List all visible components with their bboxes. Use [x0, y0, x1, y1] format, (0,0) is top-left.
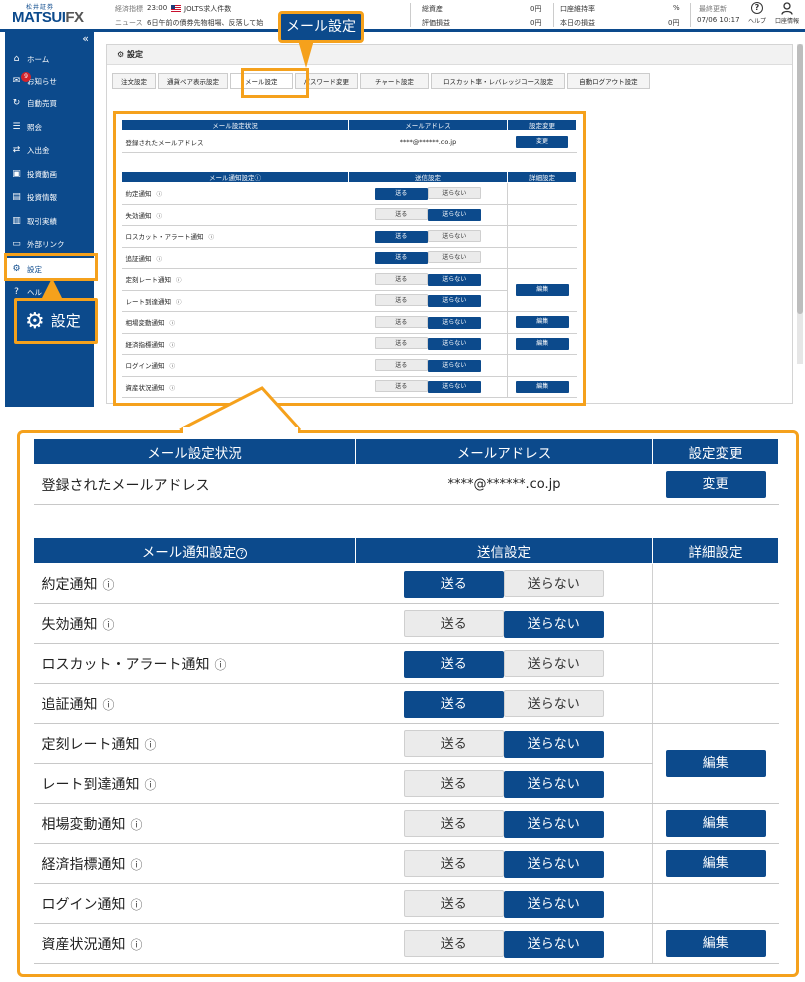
- sidebar-item-transfer[interactable]: ⇄ 入出金: [5, 139, 94, 161]
- list-icon: ☰: [12, 122, 21, 132]
- tab-losscut-leverage[interactable]: ロスカット率・レバレッジコース設定: [430, 73, 566, 89]
- last-update-value: 07/06 10:17: [697, 16, 740, 24]
- news-label: ニュース: [115, 19, 143, 27]
- auto-icon: ↻: [12, 98, 21, 108]
- margin-label: 口座維持率: [560, 5, 595, 13]
- transfer-icon: ⇄: [12, 145, 21, 155]
- sidebar-item-records[interactable]: ▥ 取引実績: [5, 210, 94, 232]
- settings-tabs: 注文設定 通貨ペア表示設定 メール設定 パスワード変更 チャート設定 ロスカット…: [112, 73, 652, 89]
- highlight-settings-nav: [4, 253, 98, 281]
- sidebar-item-auto-trade[interactable]: ↻ 自動売買: [5, 92, 94, 114]
- sidebar-item-links[interactable]: ▭ 外部リンク: [5, 233, 94, 255]
- top-header: 松井証券 MATSUIFX 経済指標 23:00 JOLTS求人件数 ニュース …: [0, 0, 805, 32]
- callout-pointer: [298, 40, 314, 68]
- econ-time: 23:00: [147, 4, 168, 12]
- sidebar: « ⌂ ホーム ✉ 9 お知らせ ↻ 自動売買 ☰ 照会 ⇄ 入出金 ▣ 投資動画 ▤ 投資情報…: [5, 32, 94, 407]
- help-icon: ?: [751, 2, 763, 14]
- mail-settings-callout: メール設定: [278, 11, 364, 43]
- sidebar-item-invest-info[interactable]: ▤ 投資情報: [5, 186, 94, 208]
- tab-auto-logout[interactable]: 自動ログアウト設定: [567, 73, 650, 89]
- tab-chart[interactable]: チャート設定: [360, 73, 429, 89]
- zoom-frame: [17, 430, 799, 977]
- video-icon: ▣: [12, 169, 21, 179]
- margin-value: %: [673, 4, 680, 12]
- help-button[interactable]: ? ヘルプ: [743, 2, 771, 25]
- scrollbar[interactable]: [797, 44, 803, 364]
- link-icon: ▭: [12, 239, 21, 249]
- logo-text: MATSUIFX: [12, 9, 84, 26]
- gear-icon: ⚙: [117, 50, 125, 59]
- highlight-mail-section: [113, 111, 586, 406]
- account-button[interactable]: 口座情報: [773, 2, 801, 25]
- collapse-icon[interactable]: «: [82, 32, 89, 45]
- person-icon: [781, 2, 793, 15]
- unrealized-label: 評価損益: [422, 19, 450, 27]
- sidebar-item-home[interactable]: ⌂ ホーム: [5, 48, 94, 70]
- total-assets-value: 0円: [530, 5, 542, 13]
- record-icon: ▥: [12, 216, 21, 226]
- unrealized-value: 0円: [530, 19, 542, 27]
- tab-order-settings[interactable]: 注文設定: [112, 73, 156, 89]
- help-icon: ?: [14, 287, 19, 297]
- notification-badge: 9: [21, 72, 31, 82]
- info-icon: ▤: [12, 192, 21, 202]
- us-flag-icon: [171, 5, 181, 12]
- news-ticker[interactable]: 6日午前の債券先物相場、反落して始: [147, 18, 282, 28]
- last-update-label: 最終更新: [699, 5, 727, 13]
- total-assets-label: 総資産: [422, 5, 443, 13]
- econ-label: 経済指標: [115, 5, 143, 13]
- sidebar-item-news[interactable]: ✉ 9 お知らせ: [5, 70, 94, 92]
- page-title: ⚙ 設定: [107, 45, 792, 65]
- home-icon: ⌂: [13, 54, 20, 64]
- settings-callout: ⚙ 設定: [14, 298, 98, 344]
- today-pl-label: 本日の損益: [560, 19, 595, 27]
- econ-item[interactable]: JOLTS求人件数: [168, 4, 231, 14]
- highlight-mail-tab: [241, 68, 309, 98]
- sidebar-item-video[interactable]: ▣ 投資動画: [5, 163, 94, 185]
- tab-currency-pair[interactable]: 通貨ペア表示設定: [158, 73, 228, 89]
- today-pl-value: 0円: [668, 19, 680, 27]
- sidebar-item-inquiry[interactable]: ☰ 照会: [5, 116, 94, 138]
- zoom-connector-gap: [183, 427, 298, 433]
- matsui-fx-logo[interactable]: 松井証券 MATSUIFX: [12, 2, 92, 28]
- gear-icon: ⚙: [25, 309, 45, 334]
